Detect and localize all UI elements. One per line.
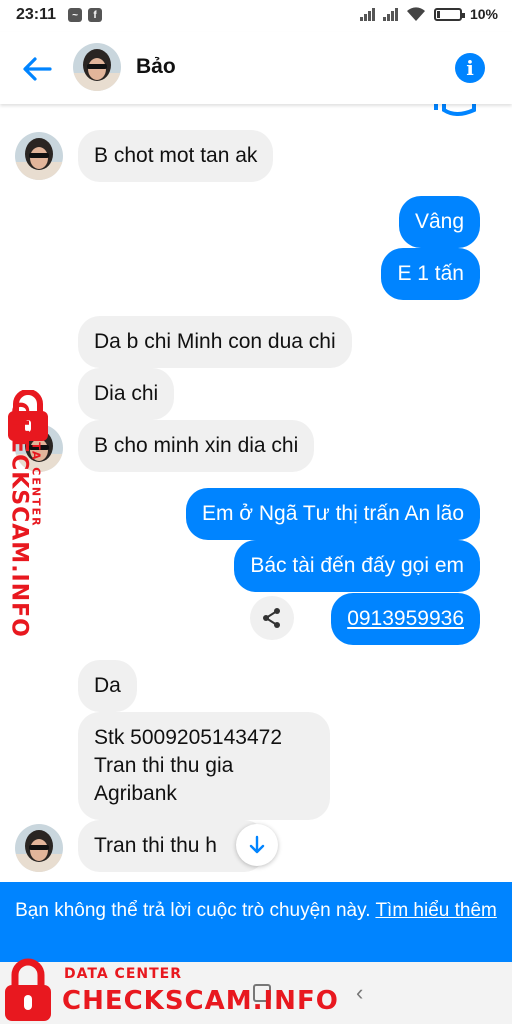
status-time: 23:11 bbox=[16, 6, 57, 23]
watermark-brand: CHECKSCAM.INFO bbox=[6, 401, 32, 638]
watermark-vertical: DATA CENTER CHECKSCAM.INFO bbox=[2, 390, 58, 640]
watermark-bottom: DATA CENTER CHECKSCAM.INFO bbox=[0, 956, 338, 1024]
arrow-down-icon bbox=[249, 835, 265, 854]
message-bubble-outgoing[interactable]: E 1 tấn bbox=[381, 248, 480, 300]
lock-icon bbox=[5, 958, 51, 1021]
learn-more-link[interactable]: Tìm hiểu thêm bbox=[375, 900, 496, 921]
watermark-tagline: DATA CENTER bbox=[64, 966, 182, 982]
battery-icon bbox=[433, 7, 465, 21]
message-bubble-incoming[interactable]: B cho minh xin dia chi bbox=[78, 420, 315, 472]
sender-avatar[interactable] bbox=[15, 132, 63, 180]
share-button[interactable] bbox=[250, 596, 294, 640]
status-bar: 23:11 ~ f 10% bbox=[0, 0, 512, 32]
notification-icons: ~ f bbox=[68, 8, 102, 22]
signal-icon-2 bbox=[382, 7, 398, 21]
previous-message-edge bbox=[434, 104, 476, 116]
phone-number-link[interactable]: 0913959936 bbox=[331, 593, 480, 645]
contact-avatar[interactable] bbox=[73, 43, 121, 91]
facebook-notification-icon: f bbox=[88, 8, 102, 22]
message-bubble-incoming[interactable]: Da bbox=[78, 660, 137, 712]
message-bubble-outgoing[interactable]: Em ở Ngã Tư thị trấn An lão bbox=[185, 488, 480, 540]
share-icon bbox=[263, 608, 280, 628]
back-arrow-icon[interactable] bbox=[20, 52, 54, 86]
message-bubble-incoming[interactable]: Da b chi Minh con dua chi bbox=[78, 316, 352, 368]
messenger-notification-icon: ~ bbox=[68, 8, 82, 22]
status-right: 10% bbox=[359, 6, 498, 22]
watermark-brand: CHECKSCAM.INFO bbox=[62, 986, 339, 1016]
message-list[interactable]: B chot mot tan ak Vâng E 1 tấn Da b chi … bbox=[0, 104, 512, 882]
battery-percent: 10% bbox=[469, 6, 498, 22]
conversation-header: Bảo i bbox=[0, 32, 512, 104]
info-icon[interactable]: i bbox=[455, 53, 485, 83]
back-button-icon[interactable]: ‹ bbox=[356, 980, 363, 1006]
banner-text: Bạn không thể trả lời cuộc trò chuyện nà… bbox=[15, 900, 371, 921]
message-bubble-outgoing[interactable]: Vâng bbox=[398, 196, 480, 248]
message-bubble-outgoing[interactable]: Bác tài đến đấy gọi em bbox=[234, 540, 480, 592]
message-bubble-incoming[interactable]: Dia chi bbox=[78, 368, 175, 420]
contact-name[interactable]: Bảo bbox=[136, 55, 176, 79]
cannot-reply-banner: Bạn không thể trả lời cuộc trò chuyện nà… bbox=[0, 882, 512, 962]
signal-icon bbox=[359, 7, 375, 21]
scroll-to-bottom-button[interactable] bbox=[236, 824, 278, 866]
wifi-icon bbox=[406, 7, 425, 21]
sender-avatar[interactable] bbox=[15, 824, 63, 872]
message-bubble-incoming[interactable]: Stk 5009205143472 Tran thi thu gia Agrib… bbox=[78, 712, 330, 820]
message-bubble-incoming[interactable]: B chot mot tan ak bbox=[78, 130, 274, 182]
